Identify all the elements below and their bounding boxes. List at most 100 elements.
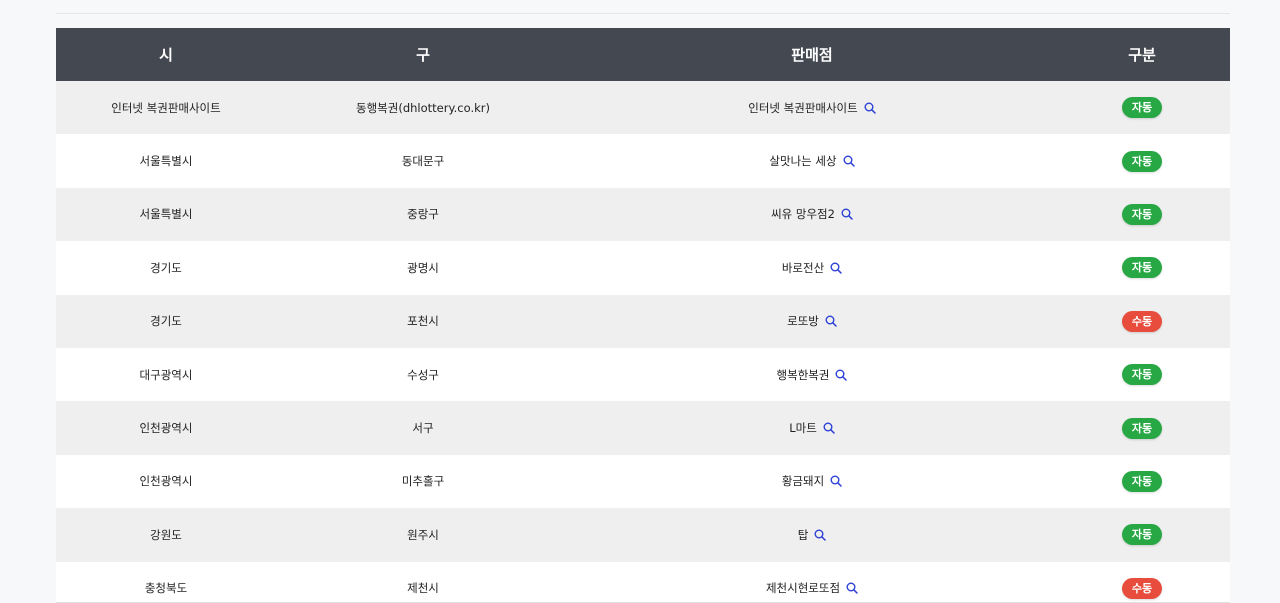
shop-name-group: L마트: [789, 420, 835, 436]
shop-name: 로또방: [787, 314, 819, 329]
table-row: 인터넷 복권판매사이트 동행복권(dhlottery.co.kr) 인터넷 복권판매…: [56, 81, 1230, 135]
header-shop: 판매점: [791, 46, 833, 64]
type-badge: 자동: [1122, 150, 1162, 172]
search-icon[interactable]: [841, 208, 853, 221]
type-badge: 자동: [1122, 97, 1162, 119]
search-icon[interactable]: [823, 422, 835, 434]
shop-name-group: 로또방: [787, 313, 837, 329]
cell-shop: 탑: [570, 508, 1054, 561]
cell-type: 자동: [1054, 508, 1230, 561]
search-icon[interactable]: [846, 582, 858, 594]
table-row: 서울특별시 동대문구 살맛나는 세상 자동: [56, 134, 1230, 188]
cell-district: 원주시: [407, 527, 439, 542]
table-header: 시 구 판매점 구분: [56, 28, 1230, 81]
table-row: 강원도 원주시 탑 자동: [56, 508, 1230, 562]
shop-name-group: 씨유 망우점2: [771, 206, 853, 222]
shop-name: 탑: [797, 527, 809, 542]
cell-district: 제천시: [407, 581, 439, 596]
type-badge: 수동: [1122, 310, 1162, 332]
cell-district: 수성구: [407, 367, 439, 382]
search-icon[interactable]: [830, 475, 842, 488]
cell-city: 서울특별시: [139, 154, 193, 169]
cell-city: 대구광역시: [139, 367, 193, 382]
cell-city: 충청북도: [144, 581, 188, 596]
cell-type: 수동: [1054, 562, 1230, 602]
cell-district: 동행복권(dhlottery.co.kr): [356, 100, 490, 115]
type-badge: 자동: [1122, 417, 1162, 439]
shop-name-group: 제천시현로또점: [766, 580, 858, 596]
search-icon[interactable]: [814, 529, 827, 541]
type-badge: 자동: [1122, 364, 1162, 386]
search-icon[interactable]: [864, 102, 876, 114]
shop-name-group: 인터넷 복권판매사이트: [748, 100, 876, 116]
cell-type: 자동: [1054, 134, 1230, 187]
cell-district: 미추홀구: [401, 474, 445, 489]
cell-city: 인터넷 복권판매사이트: [111, 100, 221, 115]
type-badge: 자동: [1122, 524, 1162, 546]
table-row: 인천광역시 미추홀구 황금돼지 자동: [56, 454, 1230, 509]
header-district: 구: [416, 46, 430, 64]
cell-type: 자동: [1054, 455, 1230, 508]
table-row: 충청북도 제천시 제천시현로또점 수동: [56, 561, 1230, 602]
cell-district: 동대문구: [401, 154, 445, 169]
shop-name: L마트: [789, 421, 817, 436]
cell-type: 자동: [1054, 81, 1230, 134]
header-type: 구분: [1128, 46, 1156, 64]
top-divider: [56, 13, 1230, 14]
cell-district: 광명시: [407, 260, 439, 275]
winning-shops-table: 시 구 판매점 구분 인터넷 복권판매사이트 동행복권(dhlottery.co.…: [56, 28, 1230, 602]
cell-shop: 살맛나는 세상: [570, 134, 1054, 187]
cell-type: 자동: [1054, 348, 1230, 401]
shop-name-group: 황금돼지: [782, 473, 842, 489]
table-body: 인터넷 복권판매사이트 동행복권(dhlottery.co.kr) 인터넷 복권판매…: [56, 81, 1230, 602]
cell-shop: L마트: [570, 401, 1054, 454]
shop-name: 인터넷 복권판매사이트: [748, 100, 858, 115]
table-row: 경기도 광명시 바로전산 자동: [56, 241, 1230, 295]
cell-shop: 씨유 망우점2: [570, 188, 1054, 241]
cell-city: 인천광역시: [139, 421, 193, 436]
cell-type: 자동: [1054, 188, 1230, 241]
type-badge: 자동: [1122, 203, 1162, 225]
header-city: 시: [159, 46, 173, 64]
shop-name-group: 행복한복권: [777, 367, 848, 383]
shop-name-group: 탑: [798, 527, 827, 543]
shop-name: 제천시현로또점: [765, 581, 841, 596]
cell-city: 강원도: [150, 527, 182, 542]
shop-name: 씨유 망우점2: [771, 207, 835, 222]
cell-district: 포천시: [407, 314, 439, 329]
cell-shop: 인터넷 복권판매사이트: [570, 81, 1054, 134]
cell-shop: 바로전산: [570, 241, 1054, 294]
table-header-row: 시 구 판매점 구분: [56, 28, 1230, 81]
shop-name: 살맛나는 세상: [769, 154, 837, 169]
cell-shop: 행복한복권: [570, 348, 1054, 401]
cell-city: 서울특별시: [139, 207, 193, 222]
search-icon[interactable]: [835, 369, 848, 381]
cell-city: 경기도: [150, 314, 182, 329]
table-row: 인천광역시 서구 L마트 자동: [56, 401, 1230, 455]
type-badge: 자동: [1122, 257, 1162, 279]
cell-shop: 제천시현로또점: [570, 562, 1054, 602]
cell-shop: 황금돼지: [570, 455, 1054, 508]
cell-district: 서구: [412, 421, 434, 436]
cell-city: 인천광역시: [139, 474, 193, 489]
shop-name: 행복한복권: [776, 367, 830, 382]
cell-type: 자동: [1054, 401, 1230, 454]
search-icon[interactable]: [830, 262, 842, 274]
search-icon[interactable]: [825, 315, 837, 327]
table-row: 서울특별시 중랑구 씨유 망우점2 자동: [56, 187, 1230, 242]
cell-type: 수동: [1054, 295, 1230, 348]
shop-name-group: 바로전산: [782, 260, 842, 276]
cell-shop: 로또방: [570, 295, 1054, 348]
cell-district: 중랑구: [407, 207, 439, 222]
cell-city: 경기도: [150, 260, 182, 275]
shop-name-group: 살맛나는 세상: [769, 153, 855, 169]
type-badge: 수동: [1122, 577, 1162, 599]
table-row: 경기도 포천시 로또방 수동: [56, 294, 1230, 348]
table-row: 대구광역시 수성구 행복한복권 자동: [56, 347, 1230, 402]
winning-shops-table-container: 시 구 판매점 구분 인터넷 복권판매사이트 동행복권(dhlottery.co.…: [56, 28, 1230, 603]
search-icon[interactable]: [843, 155, 855, 167]
shop-name: 황금돼지: [781, 474, 825, 489]
cell-type: 자동: [1054, 241, 1230, 294]
type-badge: 자동: [1122, 470, 1162, 492]
shop-name: 바로전산: [781, 260, 825, 275]
